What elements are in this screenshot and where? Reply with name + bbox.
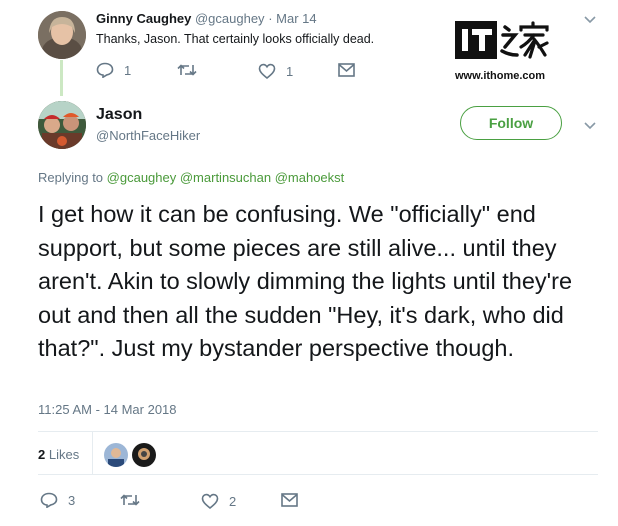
like-icon [201,493,219,509]
author-name[interactable]: Ginny Caughey [96,11,191,26]
like-count: 1 [286,63,294,79]
reply-button[interactable]: 3 [40,492,75,508]
likes-stat-label: Likes [48,447,80,462]
liker-avatar[interactable] [132,443,156,467]
chevron-down-icon[interactable] [583,119,597,138]
replying-to-prefix: Replying to [38,170,104,185]
likes-stat-count: 2 [38,447,46,462]
thread-line [60,60,63,96]
follow-button[interactable]: Follow [460,106,562,140]
reply-count: 1 [124,62,132,78]
retweet-button[interactable] [120,493,140,507]
reply-button[interactable]: 1 [96,62,131,78]
retweet-icon [177,64,197,76]
divider [38,474,598,475]
retweet-button[interactable] [177,63,197,77]
avatar[interactable] [38,11,86,59]
direct-message-button[interactable] [338,63,355,77]
likes-stat[interactable]: 2 Likes [38,447,79,462]
like-button[interactable]: 2 [201,493,236,509]
watermark: www.ithome.com [455,17,551,82]
divider [92,432,93,474]
tweet-date[interactable]: Mar 14 [276,11,316,26]
ithome-logo [455,21,549,59]
like-icon [258,63,276,79]
retweet-icon [120,494,140,506]
tweet-timestamp[interactable]: 11:25 AM - 14 Mar 2018 [38,402,177,417]
reply-count: 3 [68,492,76,508]
direct-message-icon [338,63,355,77]
separator: · [268,11,273,26]
direct-message-icon [281,493,298,507]
chevron-down-icon[interactable] [583,13,597,32]
like-count: 2 [229,493,237,509]
tweet-text: I get how it can be confusing. We "offic… [38,201,573,361]
divider [38,431,598,432]
avatar[interactable] [38,101,86,149]
author-handle[interactable]: @NorthFaceHiker [96,128,200,143]
direct-message-button[interactable] [281,493,298,507]
reply-icon [40,492,58,508]
watermark-url: www.ithome.com [455,70,546,82]
author-handle[interactable]: @gcaughey [195,11,265,26]
author-name[interactable]: Jason [96,106,142,124]
replying-to-handles[interactable]: @gcaughey @martinsuchan @mahoekst [107,170,345,185]
replying-to: Replying to @gcaughey @martinsuchan @mah… [38,170,344,185]
liker-avatar[interactable] [104,443,128,467]
tweet-header: Ginny Caughey @gcaughey · Mar 14 [96,11,317,26]
tweet-text: Thanks, Jason. That certainly looks offi… [96,32,375,46]
like-button[interactable]: 1 [258,63,293,79]
reply-icon [96,62,114,78]
